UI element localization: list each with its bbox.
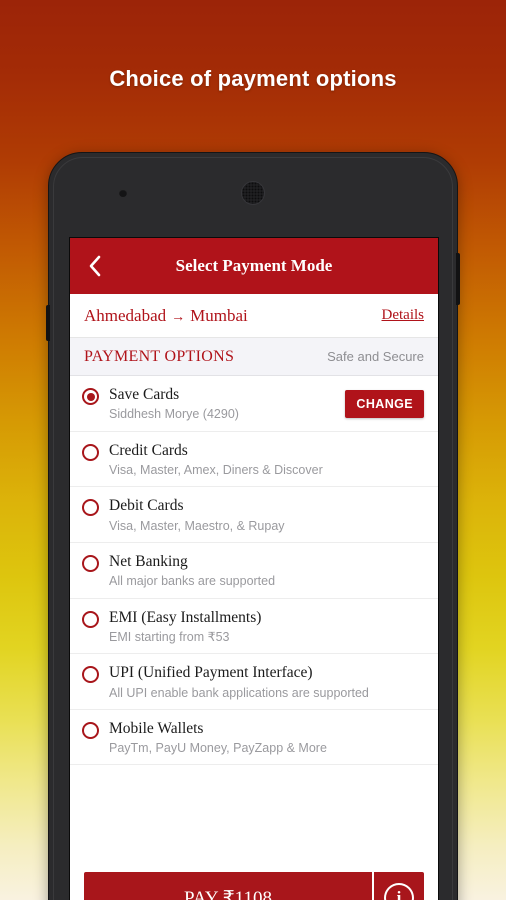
option-sublabel: Visa, Master, Amex, Diners & Discover xyxy=(109,463,323,477)
option-label: Net Banking xyxy=(109,552,188,570)
route-origin: Ahmedabad xyxy=(84,305,167,325)
option-sublabel: Siddhesh Morye (4290) xyxy=(109,407,239,422)
route-bar: Ahmedabad → Mumbai Details xyxy=(70,294,438,338)
payment-option-credit-cards[interactable]: Credit Cards Visa, Master, Amex, Diners … xyxy=(70,432,438,488)
route-summary: Ahmedabad → Mumbai xyxy=(84,306,248,326)
option-sublabel: Visa, Master, Maestro, & Rupay xyxy=(109,518,285,533)
details-link[interactable]: Details xyxy=(382,307,425,324)
option-sublabel: All major banks are supported xyxy=(109,574,276,589)
payment-option-net-banking[interactable]: Net Banking All major banks are supporte… xyxy=(70,543,438,599)
radio-button-credit-cards[interactable] xyxy=(82,443,99,461)
pay-bar: PAY ₹1108 i xyxy=(70,860,438,900)
payment-option-upi[interactable]: UPI (Unified Payment Interface) All UPI … xyxy=(70,654,438,710)
pay-button[interactable]: PAY ₹1108 xyxy=(84,872,372,900)
back-chevron-icon[interactable] xyxy=(80,251,110,281)
app-bar: Select Payment Mode xyxy=(70,238,438,294)
option-label: Mobile Wallets xyxy=(109,719,204,737)
radio-button-mobile-wallets[interactable] xyxy=(82,721,99,739)
option-text: EMI (Easy Installments) EMI starting fro… xyxy=(109,608,424,646)
radio-button-emi[interactable] xyxy=(82,610,99,628)
payment-options-header: PAYMENT OPTIONS Safe and Secure xyxy=(70,338,438,376)
payment-option-save-cards[interactable]: Save Cards Siddhesh Morye (4290) CHANGE xyxy=(70,376,438,432)
radio-button-upi[interactable] xyxy=(82,666,99,684)
phone-mockup: Select Payment Mode Ahmedabad → Mumbai Det… xyxy=(46,152,460,900)
option-sublabel: All UPI enable bank applications are sup… xyxy=(109,685,369,700)
option-text: Credit Cards Visa, Master, Amex, Diners … xyxy=(109,441,424,479)
route-arrow-icon: → xyxy=(171,309,186,325)
option-label: EMI (Easy Installments) xyxy=(109,608,262,626)
option-text: Save Cards Siddhesh Morye (4290) xyxy=(109,385,345,423)
app-screen: Select Payment Mode Ahmedabad → Mumbai Det… xyxy=(69,237,439,900)
option-text: Net Banking All major banks are supporte… xyxy=(109,552,424,590)
speaker-grille-icon xyxy=(241,181,265,205)
option-text: Debit Cards Visa, Master, Maestro, & Rup… xyxy=(109,496,424,534)
payment-option-debit-cards[interactable]: Debit Cards Visa, Master, Maestro, & Rup… xyxy=(70,487,438,543)
camera-dot-icon xyxy=(119,189,127,197)
payment-option-emi[interactable]: EMI (Easy Installments) EMI starting fro… xyxy=(70,599,438,655)
option-label: Debit Cards xyxy=(109,497,184,515)
option-label: Credit Cards xyxy=(109,441,188,459)
safe-and-secure-note: Safe and Secure xyxy=(327,349,424,364)
option-label: Save Cards xyxy=(109,386,180,403)
change-button[interactable]: CHANGE xyxy=(345,389,424,418)
option-text: Mobile Wallets PayTm, PayU Money, PayZap… xyxy=(109,719,424,757)
payment-option-mobile-wallets[interactable]: Mobile Wallets PayTm, PayU Money, PayZap… xyxy=(70,710,438,766)
volume-button[interactable] xyxy=(46,305,50,341)
radio-button-debit-cards[interactable] xyxy=(82,499,99,517)
power-button[interactable] xyxy=(456,253,460,305)
route-destination: Mumbai xyxy=(190,305,248,325)
option-label: UPI (Unified Payment Interface) xyxy=(109,664,313,682)
radio-button-save-cards[interactable] xyxy=(82,388,99,405)
section-title: PAYMENT OPTIONS xyxy=(84,347,235,365)
payment-options-list: Save Cards Siddhesh Morye (4290) CHANGE … xyxy=(70,376,438,860)
option-text: UPI (Unified Payment Interface) All UPI … xyxy=(109,663,424,701)
page-title: Select Payment Mode xyxy=(175,256,333,275)
option-sublabel: EMI starting from ₹53 xyxy=(109,629,230,644)
radio-button-net-banking[interactable] xyxy=(82,554,99,572)
option-sublabel: PayTm, PayU Money, PayZapp & More xyxy=(109,741,327,756)
info-circle-icon: i xyxy=(384,883,414,900)
promo-headline: Choice of payment options xyxy=(109,66,397,91)
pay-info-button[interactable]: i xyxy=(372,872,424,900)
